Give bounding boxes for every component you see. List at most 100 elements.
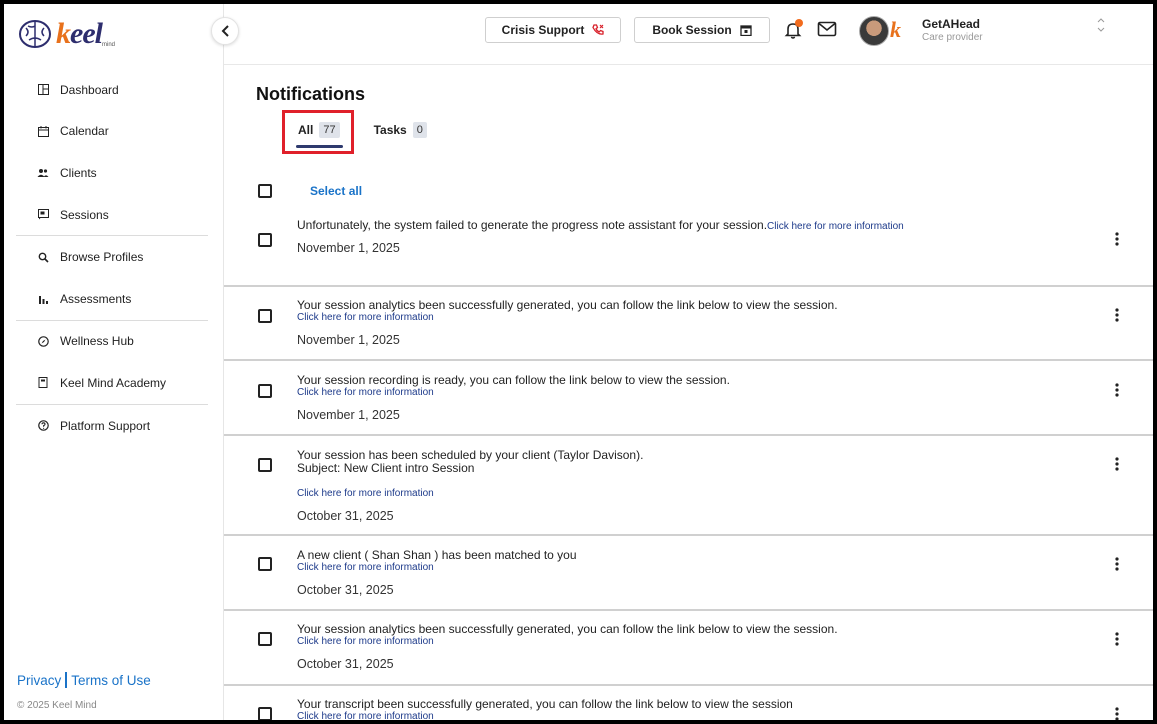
sidebar-item-browse-profiles[interactable]: Browse Profiles <box>16 236 208 278</box>
annotation-highlight <box>282 110 354 154</box>
kebab-menu-icon <box>1115 308 1119 322</box>
footer-divider <box>65 672 68 688</box>
chevron-left-icon <box>221 25 229 37</box>
notification-item: Your session analytics been successfully… <box>224 611 1153 686</box>
phone-icon <box>592 24 604 36</box>
notification-date: October 31, 2025 <box>297 583 394 597</box>
notification-message: Unfortunately, the system failed to gene… <box>297 218 904 233</box>
brain-logo-icon <box>19 20 51 48</box>
crisis-support-label: Crisis Support <box>501 23 585 37</box>
more-options-button[interactable] <box>1110 455 1124 473</box>
sidebar-item-platform-support[interactable]: Platform Support <box>16 405 208 447</box>
sidebar-item-keel-mind-academy[interactable]: Keel Mind Academy <box>16 362 208 404</box>
more-options-button[interactable] <box>1110 230 1124 248</box>
terms-link[interactable]: Terms of Use <box>71 673 151 688</box>
sidebar-item-label: Wellness Hub <box>60 334 134 349</box>
more-options-button[interactable] <box>1110 705 1124 720</box>
unread-dot <box>795 19 803 27</box>
sidebar: keel mind Dashboard Calendar Clients Ses… <box>4 4 224 720</box>
notification-checkbox[interactable] <box>258 384 272 398</box>
compass-icon <box>36 334 50 348</box>
app-window: keel mind Dashboard Calendar Clients Ses… <box>4 4 1153 720</box>
notification-message: Your session recording is ready, you can… <box>297 373 730 387</box>
more-info-link[interactable]: Click here for more information <box>297 488 434 499</box>
sidebar-item-label: Dashboard <box>60 82 119 97</box>
sidebar-item-calendar[interactable]: Calendar <box>16 111 208 153</box>
more-options-button[interactable] <box>1110 381 1124 399</box>
kebab-menu-icon <box>1115 557 1119 571</box>
sidebar-item-sessions[interactable]: Sessions <box>16 194 208 236</box>
collapse-sidebar-button[interactable] <box>211 17 239 45</box>
kebab-menu-icon <box>1115 707 1119 720</box>
sidebar-item-assessments[interactable]: Assessments <box>16 278 208 320</box>
search-icon <box>36 250 50 264</box>
kebab-menu-icon <box>1115 457 1119 471</box>
sidebar-item-wellness-hub[interactable]: Wellness Hub <box>16 321 208 363</box>
select-all-checkbox[interactable] <box>258 184 272 198</box>
bar-chart-icon <box>36 292 50 306</box>
notification-item: Your session recording is ready, you can… <box>224 361 1153 436</box>
user-role: Care provider <box>922 32 983 43</box>
notification-checkbox[interactable] <box>258 233 272 247</box>
notifications-bell-button[interactable] <box>783 19 803 40</box>
notification-subject: Subject: New Client intro Session <box>297 461 475 475</box>
notification-message: Your transcript been successfully genera… <box>297 697 793 711</box>
notification-date: November 1, 2025 <box>297 333 400 347</box>
book-session-label: Book Session <box>652 23 732 37</box>
more-info-link[interactable]: Click here for more information <box>297 562 434 573</box>
organization-logo: k <box>890 17 901 42</box>
sidebar-nav: Dashboard Calendar Clients Sessions Brow… <box>16 69 208 446</box>
more-info-link[interactable]: Click here for more information <box>297 711 434 720</box>
top-header: Crisis Support Book Session k GetAHead C… <box>224 4 1153 65</box>
notification-item: Your transcript been successfully genera… <box>224 686 1153 720</box>
more-info-link[interactable]: Click here for more information <box>297 312 434 323</box>
tab-tasks[interactable]: Tasks 0 <box>374 118 427 142</box>
notification-message: A new client ( Shan Shan ) has been matc… <box>297 548 577 562</box>
sidebar-item-clients[interactable]: Clients <box>16 152 208 194</box>
footer-links: Privacy Terms of Use <box>17 672 151 688</box>
messages-button[interactable] <box>817 21 837 39</box>
more-info-link[interactable]: Click here for more information <box>297 636 434 647</box>
sidebar-item-label: Calendar <box>60 124 109 139</box>
notifications-panel: Notifications All 77 Tasks 0 Select all … <box>224 66 1153 720</box>
sidebar-item-label: Browse Profiles <box>60 250 144 265</box>
help-icon <box>36 419 50 433</box>
logo-subtext: mind <box>102 42 116 48</box>
calendar-icon <box>740 24 752 36</box>
user-name: GetAHead <box>922 17 981 31</box>
sidebar-item-label: Platform Support <box>60 418 151 433</box>
more-info-link[interactable]: Click here for more information <box>297 387 434 398</box>
tab-count-badge: 0 <box>412 122 427 138</box>
notification-checkbox[interactable] <box>258 309 272 323</box>
notification-date: October 31, 2025 <box>297 509 394 523</box>
notification-date: October 31, 2025 <box>297 657 394 671</box>
more-options-button[interactable] <box>1110 630 1124 648</box>
clients-icon <box>36 166 50 180</box>
keel-mind-logo[interactable]: keel <box>18 16 103 52</box>
avatar[interactable] <box>859 16 889 46</box>
more-info-link[interactable]: Click here for more information <box>767 221 904 232</box>
notification-checkbox[interactable] <box>258 707 272 720</box>
sidebar-item-label: Sessions <box>60 207 109 222</box>
dashboard-icon <box>36 83 50 97</box>
privacy-link[interactable]: Privacy <box>17 673 61 688</box>
sidebar-item-dashboard[interactable]: Dashboard <box>16 69 208 111</box>
notification-checkbox[interactable] <box>258 557 272 571</box>
notification-item: Your session analytics been successfully… <box>224 287 1153 361</box>
calendar-icon <box>36 124 50 138</box>
notification-item: Unfortunately, the system failed to gene… <box>224 211 1153 287</box>
user-menu-toggle[interactable] <box>1097 18 1105 35</box>
copyright: © 2025 Keel Mind <box>17 700 97 711</box>
crisis-support-button[interactable]: Crisis Support <box>485 17 621 43</box>
kebab-menu-icon <box>1115 632 1119 646</box>
notification-checkbox[interactable] <box>258 458 272 472</box>
more-options-button[interactable] <box>1110 555 1124 573</box>
select-all-link[interactable]: Select all <box>310 184 362 198</box>
chevron-up-down-icon <box>1097 18 1105 32</box>
notification-checkbox[interactable] <box>258 632 272 646</box>
kebab-menu-icon <box>1115 383 1119 397</box>
more-options-button[interactable] <box>1110 306 1124 324</box>
logo-wordmark: keel <box>56 17 103 50</box>
book-session-button[interactable]: Book Session <box>634 17 770 43</box>
sidebar-item-label: Assessments <box>60 291 132 306</box>
